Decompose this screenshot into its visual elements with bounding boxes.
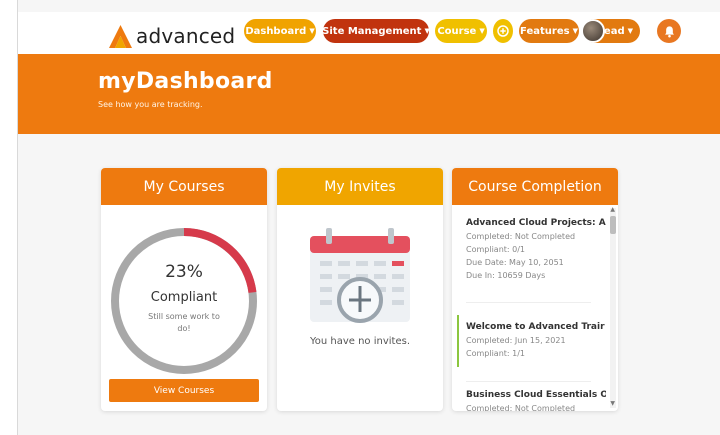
my-courses-header: My Courses xyxy=(101,168,267,205)
my-courses-card: My Courses 23% Compliant Still some work… xyxy=(101,168,267,411)
logo-mark-icon xyxy=(109,25,132,48)
nav-site-management-menu[interactable]: Site Management ▼ xyxy=(322,19,430,43)
my-invites-header: My Invites xyxy=(277,168,443,205)
course-detail: Due Date: May 10, 2051 xyxy=(466,258,564,267)
dashboard-banner: myDashboard See how you are tracking. xyxy=(18,54,720,134)
scrollbar[interactable] xyxy=(610,208,616,408)
course-detail: Completed: Jun 15, 2021 xyxy=(466,336,566,345)
course-detail: Due In: 10659 Days xyxy=(466,271,546,280)
nav-site-management-label: Site Management xyxy=(322,25,422,37)
notifications-button[interactable] xyxy=(657,19,681,43)
top-navigation: advanced Dashboard ▼ Site Management ▼ Cou… xyxy=(18,12,720,54)
list-item[interactable]: Advanced Cloud Projects: Ac Completed: N… xyxy=(466,217,606,282)
caret-down-icon: ▼ xyxy=(309,27,315,35)
list-item[interactable]: Business Cloud Essentials Or Completed: … xyxy=(466,389,606,411)
caret-down-icon: ▼ xyxy=(479,27,485,35)
course-title: Welcome to Advanced Trair xyxy=(466,322,605,332)
nav-features-label: Features xyxy=(520,25,570,37)
caret-down-icon: ▼ xyxy=(627,27,633,35)
brand-logo[interactable]: advanced xyxy=(107,21,235,51)
my-invites-card: My Invites You have no invites. xyxy=(277,168,443,411)
scroll-down-arrow-icon[interactable]: ▼ xyxy=(610,400,615,407)
course-detail: Compliant: 0/1 xyxy=(466,245,526,254)
brand-name: advanced xyxy=(136,24,236,48)
status-accent-bar xyxy=(457,315,459,367)
course-detail: Completed: Not Completed xyxy=(466,232,576,241)
course-completion-card: Course Completion Advanced Cloud Project… xyxy=(452,168,618,411)
compliance-note: Still some work to do! xyxy=(148,312,220,333)
compliance-status: Compliant xyxy=(150,290,218,305)
no-invites-message: You have no invites. xyxy=(309,336,411,347)
divider xyxy=(466,302,591,303)
page-title: myDashboard xyxy=(98,69,273,94)
course-completion-header: Course Completion xyxy=(452,168,618,205)
nav-course-label: Course xyxy=(437,25,477,37)
nav-dashboard-label: Dashboard xyxy=(245,25,307,37)
course-detail: Compliant: 1/1 xyxy=(466,349,526,358)
caret-down-icon: ▼ xyxy=(424,27,430,35)
caret-down-icon: ▼ xyxy=(572,27,578,35)
list-item[interactable]: Welcome to Advanced Trair Completed: Jun… xyxy=(466,321,606,360)
bell-icon xyxy=(664,25,674,37)
divider xyxy=(466,381,591,382)
nav-features-menu[interactable]: Features ▼ xyxy=(519,19,579,43)
nav-course-menu[interactable]: Course ▼ xyxy=(435,19,487,43)
app-frame: advanced Dashboard ▼ Site Management ▼ Cou… xyxy=(17,0,720,435)
scrollbar-thumb[interactable] xyxy=(610,216,616,234)
nav-dashboard-menu[interactable]: Dashboard ▼ xyxy=(244,19,316,43)
course-detail: Completed: Not Completed xyxy=(466,404,576,411)
scroll-up-arrow-icon[interactable]: ▲ xyxy=(610,206,615,213)
user-avatar[interactable] xyxy=(581,19,605,43)
view-courses-button[interactable]: View Courses xyxy=(109,379,259,402)
course-completion-list: Advanced Cloud Projects: Ac Completed: N… xyxy=(452,205,618,411)
calendar-clock-icon xyxy=(310,228,410,323)
compliance-percent: 23% xyxy=(165,262,203,282)
course-title: Business Cloud Essentials Or xyxy=(466,390,606,400)
plus-circle-icon xyxy=(497,25,509,37)
page-subtitle: See how you are tracking. xyxy=(98,100,203,109)
add-button[interactable] xyxy=(493,19,513,43)
course-title: Advanced Cloud Projects: Ac xyxy=(466,218,606,228)
